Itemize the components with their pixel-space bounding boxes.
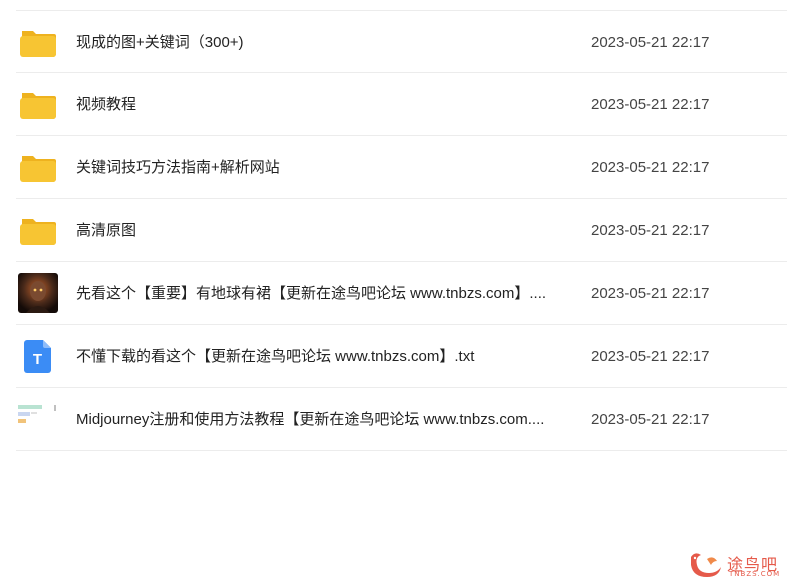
folder-icon	[18, 22, 58, 62]
file-name[interactable]: 关键词技巧方法指南+解析网站	[76, 136, 556, 199]
file-name[interactable]: 视频教程	[76, 73, 556, 136]
file-name[interactable]: 不懂下载的看这个【更新在途鸟吧论坛 www.tnbzs.com】.txt	[76, 325, 556, 388]
file-date: 2023-05-21 22:17	[591, 159, 710, 176]
file-name[interactable]: 先看这个【重要】有地球有裙【更新在途鸟吧论坛 www.tnbzs.com】...…	[76, 262, 556, 325]
file-name[interactable]: Midjourney注册和使用方法教程【更新在途鸟吧论坛 www.tnbzs.c…	[76, 388, 556, 451]
file-row[interactable]: T 不懂下载的看这个【更新在途鸟吧论坛 www.tnbzs.com】.txt 2…	[16, 325, 787, 388]
text-file-icon: T	[18, 336, 58, 376]
file-row[interactable]: 现成的图+关键词（300+) 2023-05-21 22:17	[16, 10, 787, 73]
document-thumbnail	[18, 399, 58, 439]
file-row[interactable]: 关键词技巧方法指南+解析网站 2023-05-21 22:17	[16, 136, 787, 199]
file-row[interactable]: 视频教程 2023-05-21 22:17	[16, 73, 787, 136]
file-date: 2023-05-21 22:17	[591, 34, 710, 51]
file-row[interactable]: Midjourney注册和使用方法教程【更新在途鸟吧论坛 www.tnbzs.c…	[16, 388, 787, 451]
watermark-subtext: TNBZS.COM	[729, 570, 781, 578]
watermark-logo: 途鸟吧 TNBZS.COM	[685, 549, 781, 581]
bird-logo-icon	[691, 553, 721, 577]
file-row[interactable]: 先看这个【重要】有地球有裙【更新在途鸟吧论坛 www.tnbzs.com】...…	[16, 262, 787, 325]
file-date: 2023-05-21 22:17	[591, 285, 710, 302]
svg-text:T: T	[33, 351, 42, 368]
file-row[interactable]: 高清原图 2023-05-21 22:17	[16, 199, 787, 262]
file-date: 2023-05-21 22:17	[591, 348, 710, 365]
file-name[interactable]: 高清原图	[76, 199, 556, 262]
file-date: 2023-05-21 22:17	[591, 222, 710, 239]
file-date: 2023-05-21 22:17	[591, 96, 710, 113]
folder-icon	[18, 210, 58, 250]
image-thumbnail	[18, 273, 58, 313]
file-name[interactable]: 现成的图+关键词（300+)	[76, 11, 556, 74]
folder-icon	[18, 147, 58, 187]
folder-icon	[18, 84, 58, 124]
file-list: 现成的图+关键词（300+) 2023-05-21 22:17 视频教程 202…	[16, 10, 787, 451]
file-date: 2023-05-21 22:17	[591, 411, 710, 428]
